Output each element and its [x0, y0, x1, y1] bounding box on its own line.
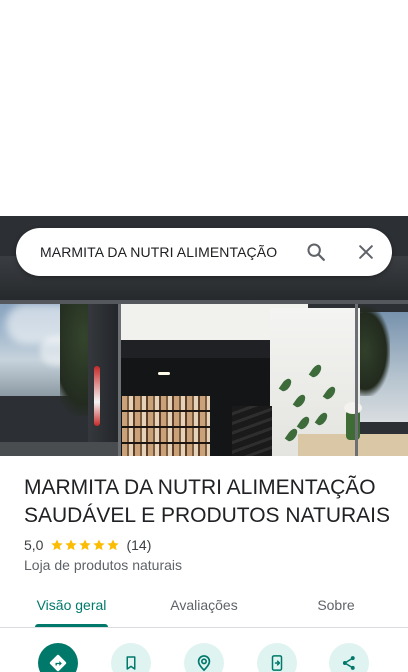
rating-value: 5,0 [24, 537, 44, 553]
nearby-button[interactable] [184, 643, 224, 672]
star-icon [79, 539, 92, 551]
tab-about[interactable]: Sobre [296, 584, 376, 628]
search-input[interactable]: MARMITA DA NUTRI ALIMENTAÇÃO [40, 228, 296, 276]
directions-button[interactable] [38, 643, 78, 672]
share-icon [342, 656, 355, 670]
bookmark-icon [126, 656, 136, 670]
send-to-phone-button[interactable] [257, 643, 297, 672]
tab-bar: Visão geral Avaliações Sobre [0, 584, 408, 628]
review-count[interactable]: (14) [126, 537, 151, 553]
place-category: Loja de produtos naturais [24, 557, 182, 573]
star-icon [65, 539, 78, 551]
active-tab-indicator [35, 624, 108, 627]
directions-icon [49, 654, 67, 672]
tab-overview[interactable]: Visão geral [22, 584, 121, 628]
share-button[interactable] [329, 643, 369, 672]
tab-reviews[interactable]: Avaliações [154, 584, 254, 628]
rating-row[interactable]: 5,0 (14) [24, 536, 151, 554]
star-icon [93, 539, 106, 551]
star-rating [50, 538, 120, 552]
search-bar[interactable]: MARMITA DA NUTRI ALIMENTAÇÃO [16, 228, 392, 276]
place-title: MARMITA DA NUTRI ALIMENTAÇÃO SAUDÁVEL E … [24, 476, 391, 527]
star-icon [107, 539, 120, 551]
nearby-icon [197, 655, 211, 672]
close-icon[interactable] [352, 238, 380, 266]
send-to-phone-icon [271, 655, 283, 671]
save-button[interactable] [111, 643, 151, 672]
star-icon [51, 539, 64, 551]
search-icon[interactable] [302, 238, 330, 266]
place-page: MARMITA DA NUTRI ALIMENTAÇÃO MARMITA DA … [0, 0, 408, 672]
